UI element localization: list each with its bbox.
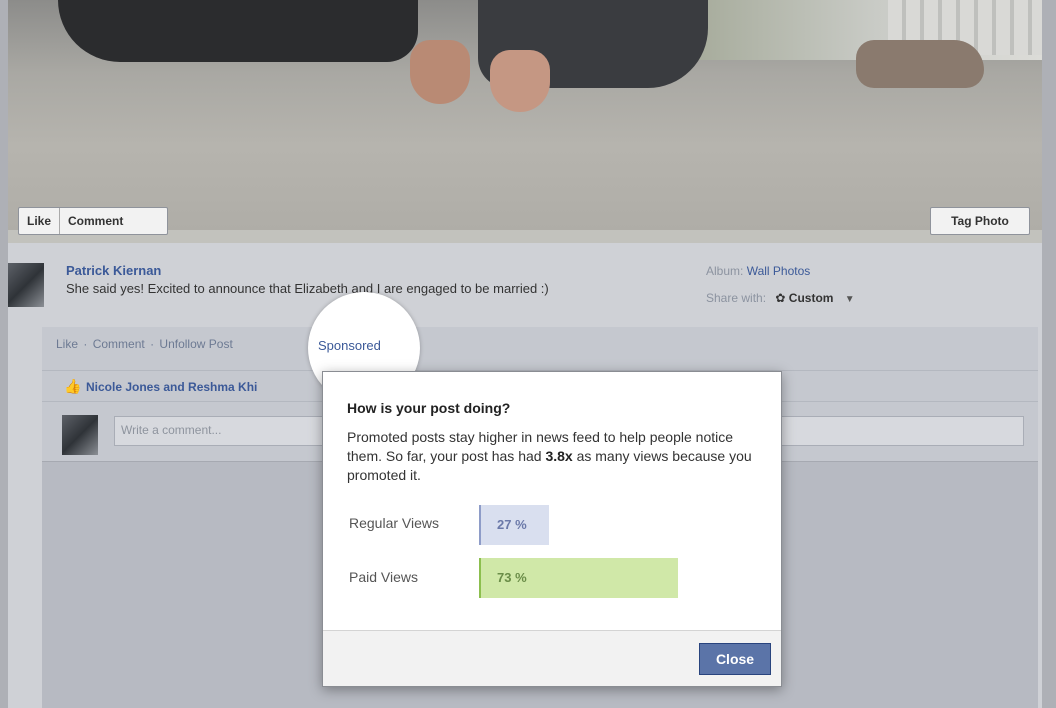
comment-link[interactable]: Comment	[93, 337, 145, 351]
unfollow-post-link[interactable]: Unfollow Post	[159, 337, 232, 351]
likes-text[interactable]: Nicole Jones and Reshma Khi	[86, 380, 257, 394]
regular-views-label: Regular Views	[349, 515, 440, 531]
dialog-title: How is your post doing?	[347, 400, 511, 416]
album-link[interactable]: Wall Photos	[747, 264, 811, 278]
author-name[interactable]: Patrick Kiernan	[66, 263, 161, 278]
regular-views-bar: 27 %	[479, 505, 549, 545]
promotion-stats-dialog: How is your post doing? Promoted posts s…	[322, 371, 782, 687]
album-info: Album: Wall Photos	[706, 264, 810, 278]
paid-views-label: Paid Views	[349, 569, 419, 585]
photo-like-comment-buttons: Like Comment	[18, 207, 168, 235]
close-button[interactable]: Close	[699, 643, 771, 675]
gear-icon: ✿	[775, 291, 786, 305]
author-avatar[interactable]	[8, 263, 44, 307]
share-label: Share with:	[706, 291, 767, 305]
privacy-value: Custom	[788, 291, 834, 305]
privacy-selector[interactable]: ✿ Custom	[775, 291, 836, 305]
photo-comment-button[interactable]: Comment	[60, 208, 131, 234]
views-multiplier: 3.8x	[545, 448, 573, 464]
action-links: Like · Comment · Unfollow Post	[56, 337, 233, 351]
share-with: Share with: ✿ Custom ▼	[706, 291, 855, 305]
album-label: Album:	[706, 264, 744, 278]
commenter-avatar	[62, 415, 98, 455]
photo-like-button[interactable]: Like	[19, 208, 59, 234]
like-link[interactable]: Like	[56, 337, 78, 351]
dialog-body: Promoted posts stay higher in news feed …	[347, 429, 752, 483]
regular-views-value: 27 %	[497, 517, 527, 532]
tag-photo-button[interactable]: Tag Photo	[930, 207, 1030, 235]
paid-views-bar: 73 %	[479, 558, 678, 598]
dialog-footer: Close	[323, 630, 781, 686]
thumbs-up-icon: 👍	[64, 378, 82, 394]
chevron-down-icon[interactable]: ▼	[845, 294, 855, 305]
sponsored-link[interactable]: Sponsored	[318, 338, 381, 353]
paid-views-value: 73 %	[497, 570, 527, 585]
